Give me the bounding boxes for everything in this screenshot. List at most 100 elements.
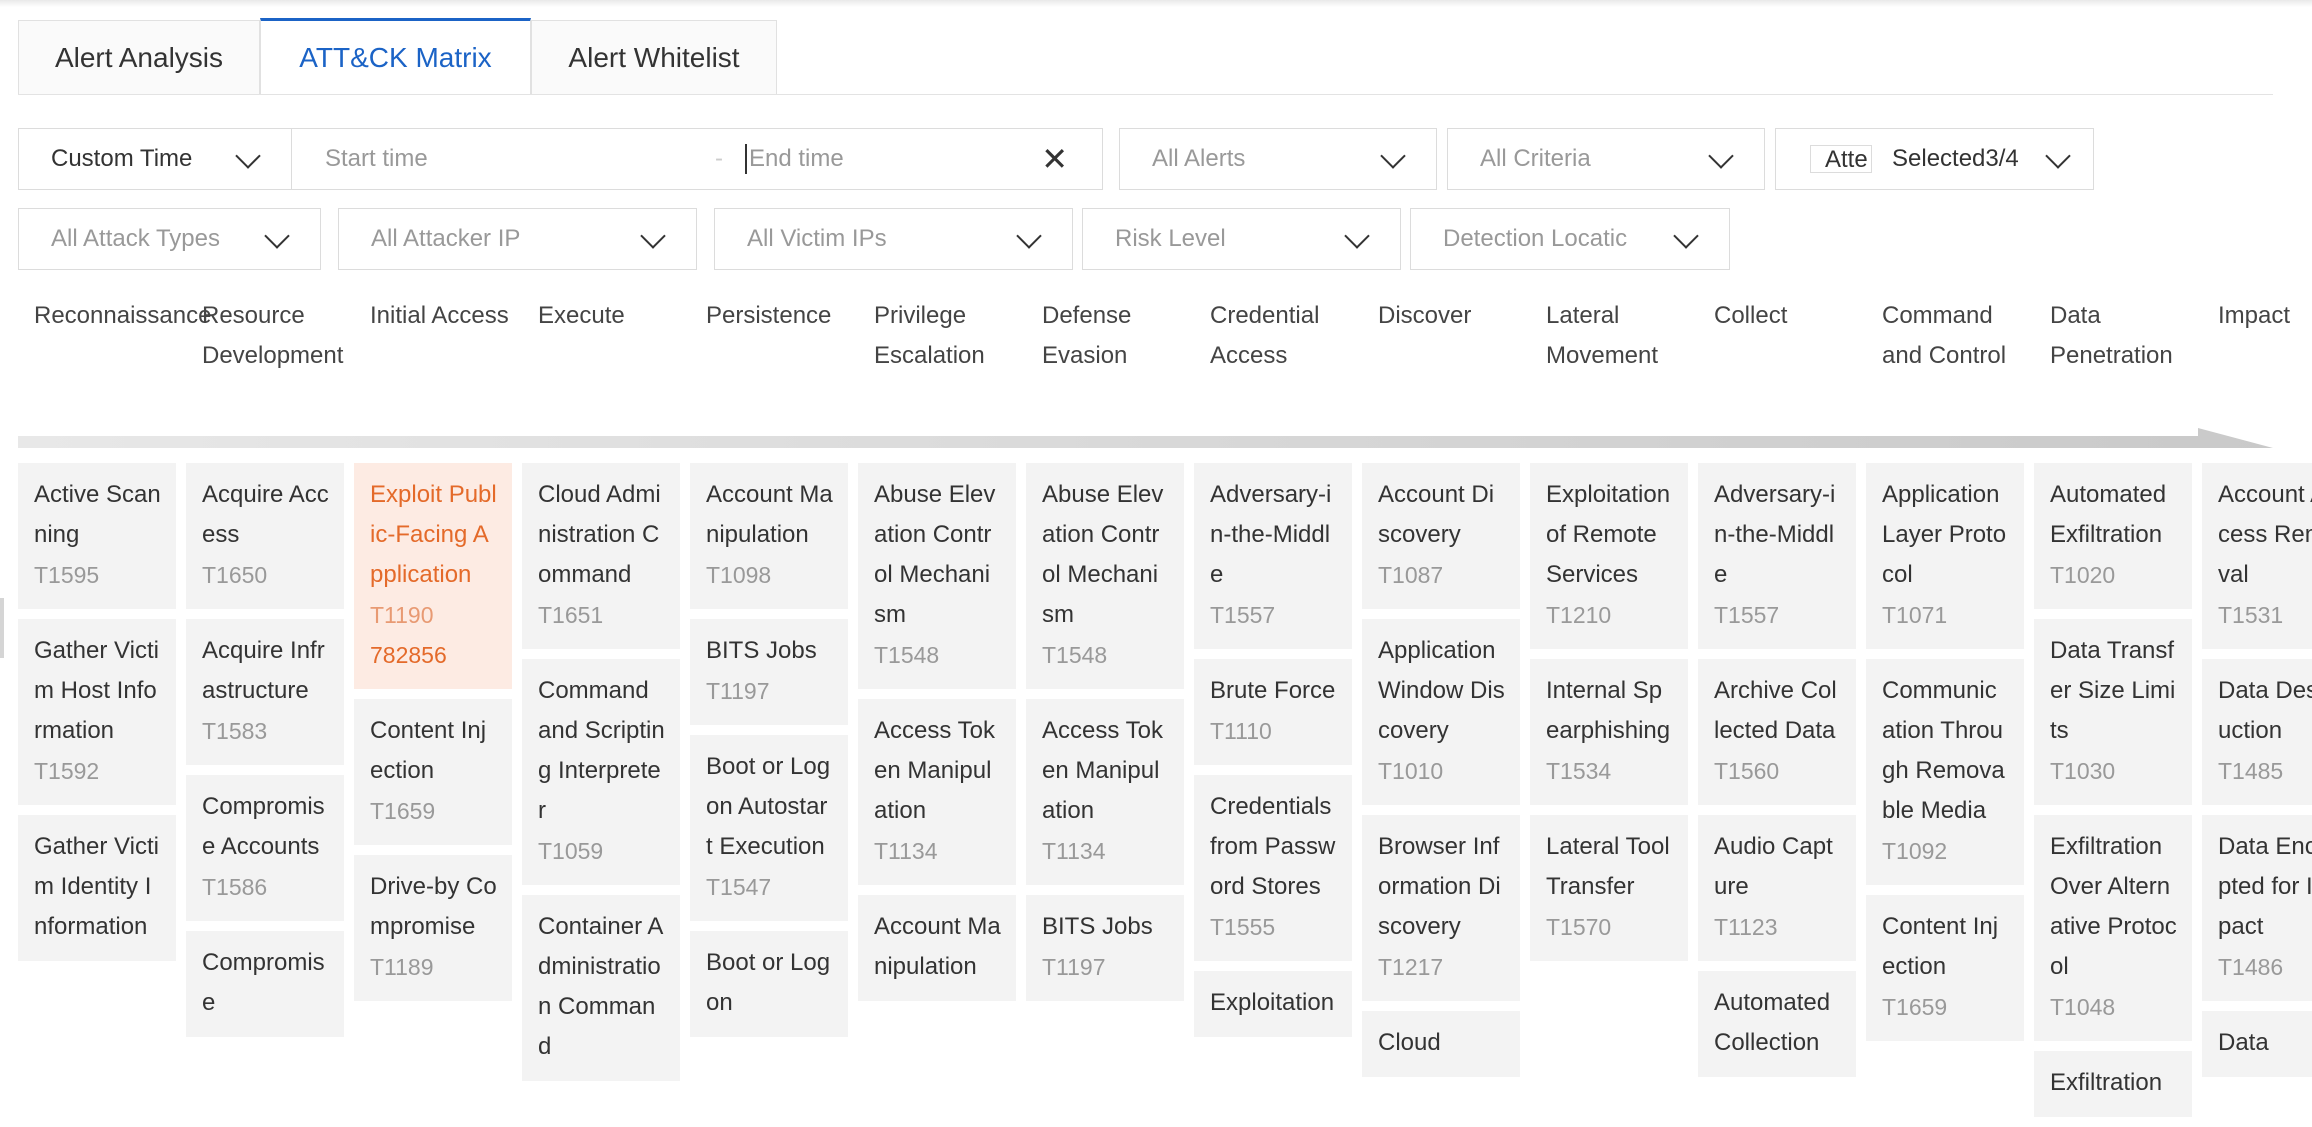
technique-cell[interactable]: Compromise Accounts T1586: [186, 775, 344, 921]
technique-cell[interactable]: Browser Information Discovery T1217: [1362, 815, 1520, 1001]
close-icon[interactable]: ✕: [1041, 143, 1068, 175]
attack-stage-select[interactable]: Atte Selected3/4: [1775, 128, 2094, 190]
technique-cell[interactable]: Cloud Administration Command T1651: [522, 463, 680, 649]
time-range-select[interactable]: Custom Time: [18, 128, 292, 190]
technique-cell[interactable]: Data Transfer Size Limits T1030: [2034, 619, 2192, 805]
technique-cell[interactable]: Active Scanning T1595: [18, 463, 176, 609]
technique-id: T1659: [370, 798, 436, 824]
criteria-select[interactable]: All Criteria: [1447, 128, 1765, 190]
technique-cell[interactable]: Internal Spearphishing T1534: [1530, 659, 1688, 805]
technique-id: T1557: [1714, 602, 1780, 628]
technique-id: T1110: [1210, 718, 1272, 744]
technique-id: T1098: [706, 562, 772, 588]
attacker-ip-select[interactable]: All Attacker IP: [338, 208, 697, 270]
technique-cell[interactable]: Credentials from Password Stores T1555: [1194, 775, 1352, 961]
end-time-input[interactable]: End time: [749, 145, 844, 173]
technique-name: Application Layer Protocol: [1882, 481, 2007, 588]
technique-cell[interactable]: Content Injection T1659: [354, 699, 512, 845]
technique-cell[interactable]: BITS Jobs T1197: [1026, 895, 1184, 1001]
technique-cell[interactable]: Account Discovery T1087: [1362, 463, 1520, 609]
tab-bar: Alert Analysis ATT&CK Matrix Alert White…: [18, 18, 2273, 95]
technique-name: Container Administration Command: [538, 913, 664, 1060]
technique-id: T1123: [1714, 914, 1778, 940]
technique-cell[interactable]: BITS Jobs T1197: [690, 619, 848, 725]
technique-name: Exploitation of Remote Services: [1546, 481, 1671, 588]
alerts-select[interactable]: All Alerts: [1119, 128, 1437, 190]
attack-types-select[interactable]: All Attack Types: [18, 208, 321, 270]
technique-name: Drive-by Compromise: [370, 873, 497, 940]
technique-name: Brute Force: [1210, 677, 1336, 704]
technique-cell[interactable]: Command and Scripting Interpreter T1059: [522, 659, 680, 885]
tactic-column: Application Layer Protocol T1071 Communica…: [1866, 463, 2024, 1051]
tactic-column: Adversary-in-the-Middle T1557 Archive Coll…: [1698, 463, 1856, 1087]
technique-id: T1531: [2218, 602, 2284, 628]
technique-cell[interactable]: Content Injection T1659: [1866, 895, 2024, 1041]
scroll-handle[interactable]: [0, 598, 4, 658]
detection-location-select[interactable]: Detection Locatic: [1410, 208, 1730, 270]
tactic-column: Account Access Removal T1531 Data Destruct…: [2202, 463, 2312, 1087]
technique-cell[interactable]: Data: [2202, 1011, 2312, 1077]
chevron-down-icon: [640, 223, 666, 249]
technique-id: T1650: [202, 562, 268, 588]
victim-ips-value: All Victim IPs: [747, 225, 887, 252]
technique-cell[interactable]: Exploitation: [1194, 971, 1352, 1037]
tab-alert-whitelist[interactable]: Alert Whitelist: [531, 20, 777, 94]
technique-id: T1485: [2218, 758, 2284, 784]
technique-name: Compromise: [202, 949, 325, 1016]
technique-cell[interactable]: Data Destruction T1485: [2202, 659, 2312, 805]
technique-cell[interactable]: Gather Victim Host Information T1592: [18, 619, 176, 805]
technique-cell[interactable]: Adversary-in-the-Middle T1557: [1698, 463, 1856, 649]
criteria-value: All Criteria: [1480, 145, 1591, 172]
technique-cell[interactable]: Acquire Infrastructure T1583: [186, 619, 344, 765]
technique-cell[interactable]: Cloud: [1362, 1011, 1520, 1077]
technique-id: T1651: [538, 602, 604, 628]
technique-cell[interactable]: Archive Collected Data T1560: [1698, 659, 1856, 805]
technique-cell[interactable]: Exfiltration Over Alternative Protocol T1…: [2034, 815, 2192, 1041]
technique-cell[interactable]: Abuse Elevation Control Mechanism T1548: [858, 463, 1016, 689]
technique-cell[interactable]: Communication Through Removable Media T10…: [1866, 659, 2024, 885]
technique-cell[interactable]: Access Token Manipulation T1134: [1026, 699, 1184, 885]
date-range-picker[interactable]: Start time - End time ✕: [291, 128, 1103, 190]
technique-cell[interactable]: Drive-by Compromise T1189: [354, 855, 512, 1001]
technique-id: T1555: [1210, 914, 1276, 940]
technique-cell[interactable]: Application Layer Protocol T1071: [1866, 463, 2024, 649]
technique-name: Gather Victim Host Information: [34, 637, 159, 744]
technique-name: Acquire Infrastructure: [202, 637, 325, 704]
tab-alert-analysis[interactable]: Alert Analysis: [18, 20, 260, 94]
attacker-ip-value: All Attacker IP: [371, 225, 521, 252]
technique-cell[interactable]: Exfiltration: [2034, 1051, 2192, 1117]
technique-id: T1595: [34, 562, 100, 588]
technique-cell[interactable]: Automated Exfiltration T1020: [2034, 463, 2192, 609]
risk-level-select[interactable]: Risk Level: [1082, 208, 1401, 270]
tactic-column: Account Manipulation T1098 BITS Jobs T1197 B…: [690, 463, 848, 1047]
technique-cell[interactable]: Brute Force T1110: [1194, 659, 1352, 765]
technique-cell[interactable]: Boot or Logon Autostart Execution T1547: [690, 735, 848, 921]
technique-cell[interactable]: Exploit Public-Facing Application T1190 78…: [354, 463, 512, 689]
start-time-input[interactable]: Start time: [325, 145, 715, 173]
technique-cell[interactable]: Application Window Discovery T1010: [1362, 619, 1520, 805]
technique-cell[interactable]: Exploitation of Remote Services T1210: [1530, 463, 1688, 649]
technique-cell[interactable]: Acquire Access T1650: [186, 463, 344, 609]
alerts-value: All Alerts: [1152, 145, 1246, 172]
technique-cell[interactable]: Lateral Tool Transfer T1570: [1530, 815, 1688, 961]
tactic-header: Credential Access: [1210, 302, 1320, 369]
technique-cell[interactable]: Access Token Manipulation T1134: [858, 699, 1016, 885]
technique-id: T1210: [1546, 602, 1612, 628]
technique-name: Data Transfer Size Limits: [2050, 637, 2176, 744]
technique-cell[interactable]: Abuse Elevation Control Mechanism T1548: [1026, 463, 1184, 689]
technique-cell[interactable]: Account Access Removal T1531: [2202, 463, 2312, 649]
technique-cell[interactable]: Account Manipulation T1098: [690, 463, 848, 609]
technique-cell[interactable]: Container Administration Command: [522, 895, 680, 1081]
technique-cell[interactable]: Audio Capture T1123: [1698, 815, 1856, 961]
technique-cell[interactable]: Compromise: [186, 931, 344, 1037]
technique-cell[interactable]: Account Manipulation: [858, 895, 1016, 1001]
technique-cell[interactable]: Boot or Logon: [690, 931, 848, 1037]
technique-id: T1548: [874, 642, 940, 668]
technique-cell[interactable]: Gather Victim Identity Information: [18, 815, 176, 961]
technique-id: T1010: [1378, 758, 1444, 784]
victim-ips-select[interactable]: All Victim IPs: [714, 208, 1073, 270]
technique-cell[interactable]: Automated Collection: [1698, 971, 1856, 1077]
tab-attack-matrix[interactable]: ATT&CK Matrix: [260, 18, 531, 94]
technique-cell[interactable]: Adversary-in-the-Middle T1557: [1194, 463, 1352, 649]
technique-cell[interactable]: Data Encrypted for Impact T1486: [2202, 815, 2312, 1001]
